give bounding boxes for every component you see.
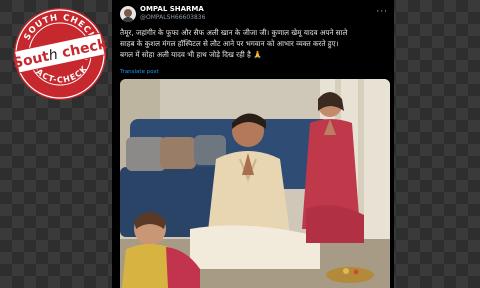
tweet-card: OMPAL SHARMA @OMPALSH66603836 ··· तैमूर,… <box>112 0 394 288</box>
south-check-logo: SOUTH CHECK FACT-CHECK South check <box>12 6 109 102</box>
author-name[interactable]: OMPAL SHARMA <box>140 5 204 13</box>
tweet-photo[interactable] <box>120 79 390 288</box>
author-avatar[interactable] <box>120 6 136 22</box>
tweet-text-line: साहब के कुशल मंगल हॉस्पिटल से लौट आने पर… <box>120 39 339 49</box>
tweet-text-line: तैमूर, जहांगीर के फूफा और सैफ अली खान के… <box>120 28 348 37</box>
author-handle[interactable]: @OMPALSH66603836 <box>140 14 205 21</box>
translate-post-link[interactable]: Translate post <box>120 69 159 75</box>
tweet-text-line: बगल में सोहा अली यादव भी हाथ जोड़े दिख र… <box>120 50 263 60</box>
more-options-icon[interactable]: ··· <box>376 7 388 17</box>
tweet-text: तैमूर, जहांगीर के फूफा और सैफ अली खान के… <box>120 27 386 61</box>
tweet-header: OMPAL SHARMA @OMPALSH66603836 ··· <box>120 4 390 24</box>
